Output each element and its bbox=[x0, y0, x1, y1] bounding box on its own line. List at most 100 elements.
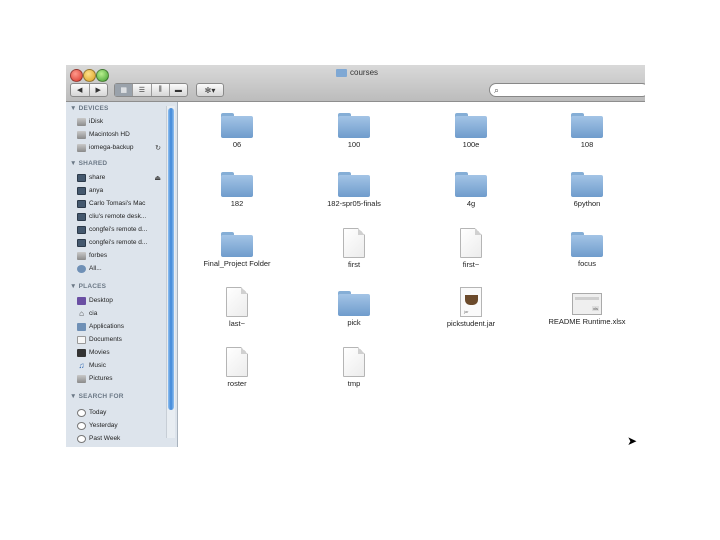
back-forward-buttons: ◀ ▶ bbox=[70, 83, 108, 97]
sidebar-item-today[interactable]: Today bbox=[77, 407, 173, 418]
sync-icon[interactable]: ↻ bbox=[155, 144, 161, 152]
sidebar-scrollbar[interactable] bbox=[166, 106, 175, 438]
folder-icon bbox=[455, 113, 487, 138]
external-drive-icon bbox=[77, 143, 86, 152]
sidebar-item-anya[interactable]: anya bbox=[77, 185, 173, 196]
search-field[interactable]: ⌕ bbox=[489, 83, 645, 97]
file-item[interactable]: 182 bbox=[197, 166, 277, 208]
icon-view-button[interactable]: ▦ bbox=[115, 84, 134, 96]
close-window-button[interactable] bbox=[70, 69, 83, 82]
sidebar-item-yesterday[interactable]: Yesterday bbox=[77, 420, 173, 431]
sidebar-heading-devices: ▼ DEVICES bbox=[70, 105, 109, 112]
file-name: 4g bbox=[466, 199, 476, 208]
sidebar-item-documents[interactable]: Documents bbox=[77, 334, 173, 345]
file-item[interactable]: 182-spr05-finals bbox=[314, 166, 394, 208]
file-item[interactable]: 4g bbox=[431, 166, 511, 208]
sidebar-heading-shared: ▼ SHARED bbox=[70, 160, 108, 167]
sidebar-item-label: iDisk bbox=[89, 118, 104, 125]
file-name: first bbox=[347, 260, 361, 269]
disk-icon bbox=[77, 117, 86, 126]
sidebar-item-cia[interactable]: ⌂ cia bbox=[77, 308, 173, 319]
forward-button[interactable]: ▶ bbox=[90, 84, 108, 96]
film-icon bbox=[77, 348, 86, 357]
sidebar-item-label: Documents bbox=[89, 336, 122, 343]
sidebar-item-applications[interactable]: Applications bbox=[77, 321, 173, 332]
action-menu-button[interactable]: ✻▾ bbox=[196, 83, 224, 97]
clock-icon bbox=[77, 408, 86, 417]
document-icon bbox=[343, 228, 365, 258]
file-item[interactable]: 100 bbox=[314, 107, 394, 149]
sidebar-item-past-week[interactable]: Past Week bbox=[77, 433, 173, 444]
document-icon bbox=[460, 228, 482, 258]
sidebar-item-label: cliu's remote desk... bbox=[89, 213, 147, 220]
file-item[interactable]: focus bbox=[547, 226, 627, 268]
sidebar-item-iomega-backup[interactable]: iomega-backup ↻ bbox=[77, 142, 173, 153]
sidebar-item-label: share bbox=[89, 174, 106, 181]
file-item[interactable]: jar pickstudent.jar bbox=[431, 285, 511, 328]
sidebar-item-label: Macintosh HD bbox=[89, 131, 130, 138]
folder-icon bbox=[571, 172, 603, 197]
sidebar-item-desktop[interactable]: Desktop bbox=[77, 295, 173, 306]
file-item[interactable]: first~ bbox=[431, 226, 511, 269]
folder-icon bbox=[338, 172, 370, 197]
sidebar-item-label: Past Week bbox=[89, 435, 121, 442]
file-item[interactable]: 100e bbox=[431, 107, 511, 149]
sidebar-item-music[interactable]: ♫ Music bbox=[77, 360, 173, 371]
sidebar-item-label: congfei's remote d... bbox=[89, 239, 148, 246]
file-item[interactable]: roster bbox=[197, 345, 277, 388]
view-switcher: ▦ ☰ ⫼ ▬ bbox=[114, 83, 188, 97]
coverflow-view-button[interactable]: ▬ bbox=[170, 84, 187, 96]
window-title: courses bbox=[336, 68, 378, 77]
sidebar-item-forbes[interactable]: forbes bbox=[77, 250, 173, 261]
file-item[interactable]: tmp bbox=[314, 345, 394, 388]
sidebar-item-label: Desktop bbox=[89, 297, 113, 304]
sidebar-item-idisk[interactable]: iDisk bbox=[77, 116, 173, 127]
file-item[interactable]: 108 bbox=[547, 107, 627, 149]
sidebar-item-label: Music bbox=[89, 362, 106, 369]
file-item[interactable]: 06 bbox=[197, 107, 277, 149]
desktop-icon bbox=[77, 296, 86, 305]
folder-icon bbox=[221, 113, 253, 138]
folder-icon bbox=[455, 172, 487, 197]
file-name: focus bbox=[578, 259, 596, 268]
home-icon: ⌂ bbox=[79, 308, 84, 318]
file-name: 100e bbox=[462, 140, 480, 149]
spreadsheet-header-bar bbox=[575, 297, 599, 300]
document-icon bbox=[226, 287, 248, 317]
folder-icon bbox=[571, 113, 603, 138]
file-name: tmp bbox=[347, 379, 361, 388]
list-view-button[interactable]: ☰ bbox=[133, 84, 152, 96]
sidebar-item-label: congfei's remote d... bbox=[89, 226, 148, 233]
clock-icon bbox=[77, 434, 86, 443]
minimize-window-button[interactable] bbox=[83, 69, 96, 82]
file-item[interactable]: 6python bbox=[547, 166, 627, 208]
sidebar-item-movies[interactable]: Movies bbox=[77, 347, 173, 358]
sidebar-item-all[interactable]: All... bbox=[77, 263, 173, 274]
file-name: last~ bbox=[228, 319, 246, 328]
file-item[interactable]: first bbox=[314, 226, 394, 269]
sidebar-item-label: Pictures bbox=[89, 375, 113, 382]
file-item[interactable]: Final_Project Folder bbox=[197, 226, 277, 268]
sidebar-item-carlo-tomasi-mac[interactable]: Carlo Tomasi's Mac bbox=[77, 198, 173, 209]
back-button[interactable]: ◀ bbox=[71, 84, 90, 96]
sidebar-item-macintosh-hd[interactable]: Macintosh HD bbox=[77, 129, 173, 140]
eject-icon[interactable]: ⏏ bbox=[154, 174, 161, 182]
column-view-button[interactable]: ⫼ bbox=[152, 84, 170, 96]
sidebar-scrollbar-thumb[interactable] bbox=[168, 108, 174, 410]
file-item[interactable]: pick bbox=[314, 285, 394, 327]
sidebar-item-label: Today bbox=[89, 409, 107, 416]
sidebar-item-label: Applications bbox=[89, 323, 125, 330]
document-icon bbox=[226, 347, 248, 377]
sidebar-item-congfei-remote-1[interactable]: congfei's remote d... bbox=[77, 224, 173, 235]
documents-icon bbox=[77, 335, 86, 344]
zoom-window-button[interactable] bbox=[96, 69, 109, 82]
file-item[interactable]: xls README Runtime.xlsx bbox=[547, 285, 627, 326]
window-title-text: courses bbox=[350, 68, 379, 77]
sidebar-item-congfei-remote-2[interactable]: congfei's remote d... bbox=[77, 237, 173, 248]
sidebar-item-label: iomega-backup bbox=[89, 144, 134, 151]
sidebar-item-share[interactable]: share ⏏ bbox=[77, 172, 173, 183]
sidebar-item-pictures[interactable]: Pictures bbox=[77, 373, 173, 384]
file-item[interactable]: last~ bbox=[197, 285, 277, 328]
sidebar-item-cliu-remote-desktop[interactable]: cliu's remote desk... bbox=[77, 211, 173, 222]
monitor-icon bbox=[77, 199, 86, 208]
